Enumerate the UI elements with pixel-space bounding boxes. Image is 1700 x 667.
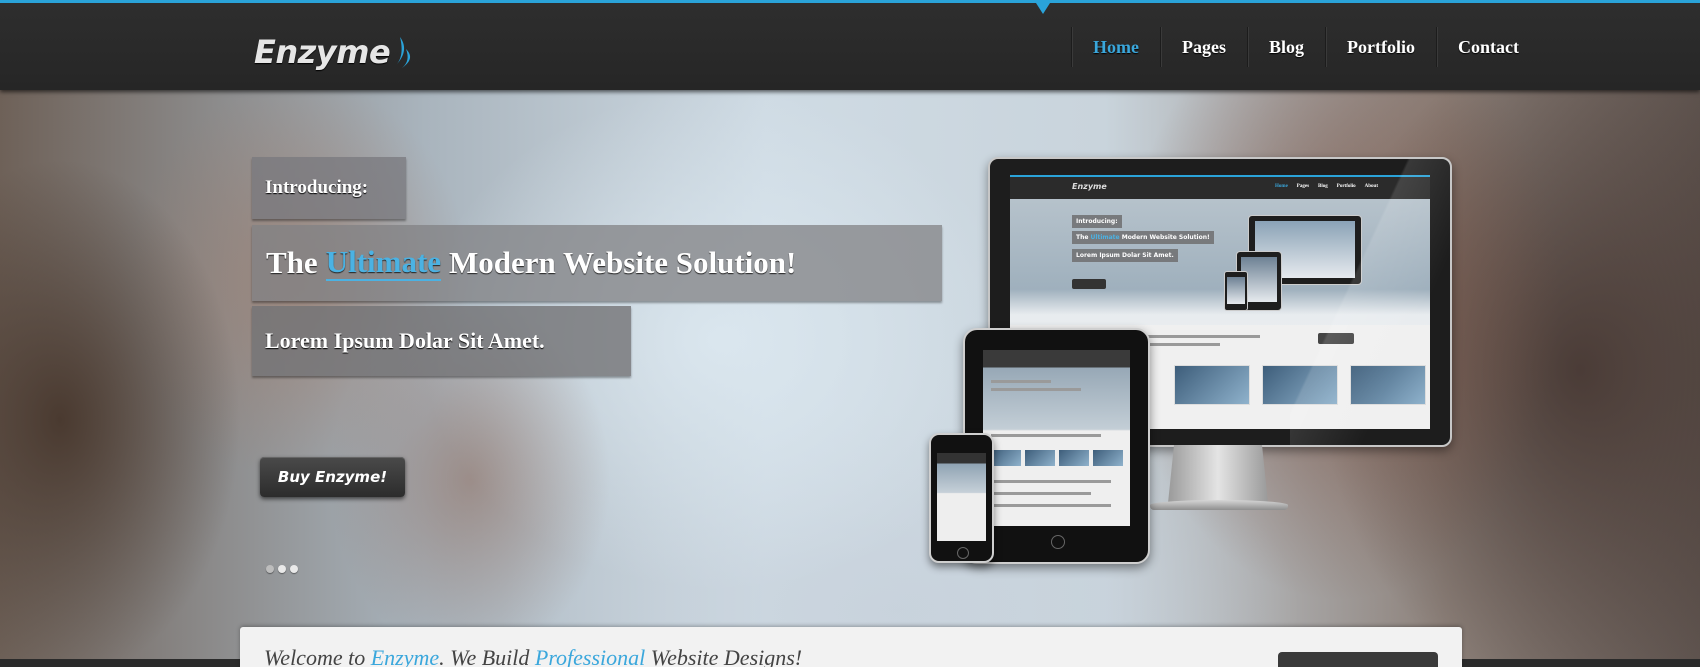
top-navbar: Enzyme Home Pages Blog Portfolio Contact: [0, 0, 1700, 90]
tablet-screen: [983, 350, 1130, 526]
mockup-nav-home: Home: [1275, 184, 1288, 189]
welcome-highlight: Professional: [534, 645, 646, 667]
brand-logo[interactable]: Enzyme: [254, 21, 414, 71]
headline-after: Modern Website Solution!: [449, 245, 797, 280]
tablet-text-line: [991, 434, 1101, 437]
mockup-buy-button: [1072, 279, 1106, 289]
mockup-nav-pages: Pages: [1296, 184, 1310, 189]
welcome-section: Welcome to Enzyme. We Build Professional…: [240, 627, 1462, 667]
hero-slider: Introducing: The Ultimate Modern Website…: [0, 90, 1700, 659]
slide-dot-2[interactable]: [278, 565, 286, 573]
mockup-headline-accent: Ultimate: [1090, 234, 1120, 241]
nav-pages[interactable]: Pages: [1160, 26, 1247, 67]
mockup-logo: Enzyme: [1072, 182, 1107, 191]
headline-before: The: [266, 245, 318, 280]
welcome-heading: Welcome to Enzyme. We Build Professional…: [264, 645, 802, 667]
mockup-headline-before: The: [1076, 234, 1089, 241]
mockup-thumbnail: [1262, 365, 1338, 405]
tablet-thumbnail: [1025, 450, 1055, 466]
mockup-thumbnail: [1350, 365, 1426, 405]
mockup-navbar: Enzyme Home Pages Blog Portfolio About: [1010, 175, 1430, 199]
buy-button[interactable]: Buy Enzyme!: [260, 457, 405, 497]
slide-dot-1[interactable]: [266, 565, 274, 573]
mockup-subline: Lorem Ipsum Dolar Sit Amet.: [1072, 249, 1178, 262]
hero-headline: The Ultimate Modern Website Solution!: [252, 225, 942, 301]
tablet-home-button-icon: [1051, 535, 1065, 549]
wing-logo-icon: [396, 37, 411, 68]
mockup-headline-after: Modern Website Solution!: [1121, 234, 1210, 241]
tablet-text-line: [991, 388, 1081, 391]
nav-blog[interactable]: Blog: [1247, 26, 1325, 67]
welcome-action-button[interactable]: [1278, 652, 1438, 667]
mockup-strip-button: [1318, 333, 1354, 344]
tablet-text-line: [991, 504, 1111, 507]
mockup-nav-portfolio: Portfolio: [1336, 184, 1356, 189]
mockup-mini-phone: [1224, 271, 1248, 311]
monitor-base: [1150, 500, 1288, 510]
active-nav-indicator-icon: [1036, 3, 1050, 14]
main-nav: Home Pages Blog Portfolio Contact: [1071, 3, 1540, 90]
nav-portfolio[interactable]: Portfolio: [1325, 26, 1436, 67]
welcome-part-1: Welcome to: [264, 645, 371, 667]
welcome-brand: Enzyme: [370, 645, 440, 667]
tablet-thumbnail: [991, 450, 1021, 466]
monitor-stand: [1168, 445, 1268, 503]
hero-intro: Introducing:: [252, 157, 406, 219]
brand-name: Enzyme: [254, 33, 391, 71]
mockup-nav-about: About: [1364, 184, 1378, 189]
tablet-text-line: [991, 380, 1051, 383]
tablet-thumbnail: [1093, 450, 1123, 466]
welcome-part-3: Website Designs!: [645, 645, 803, 667]
phone-home-button-icon: [957, 547, 969, 559]
mockup-nav-blog: Blog: [1318, 184, 1328, 189]
mockup-headline: The Ultimate Modern Website Solution!: [1072, 231, 1214, 244]
phone-mockup: [929, 433, 994, 563]
headline-accent: Ultimate: [325, 244, 442, 281]
slider-pagination: [266, 565, 298, 573]
tablet-text-line: [991, 480, 1111, 483]
hero-subline: Lorem Ipsum Dolar Sit Amet.: [252, 306, 631, 376]
welcome-part-2: . We Build: [439, 645, 535, 667]
mockup-nav-links: Home Pages Blog Portfolio About: [1275, 184, 1378, 189]
slide-dot-3[interactable]: [290, 565, 298, 573]
nav-contact[interactable]: Contact: [1436, 26, 1540, 67]
phone-screen: [937, 453, 986, 541]
mockup-intro: Introducing:: [1072, 215, 1122, 228]
tablet-thumbnail: [1059, 450, 1089, 466]
mockup-thumbnail: [1174, 365, 1250, 405]
nav-home[interactable]: Home: [1071, 26, 1160, 67]
tablet-text-line: [991, 492, 1091, 495]
